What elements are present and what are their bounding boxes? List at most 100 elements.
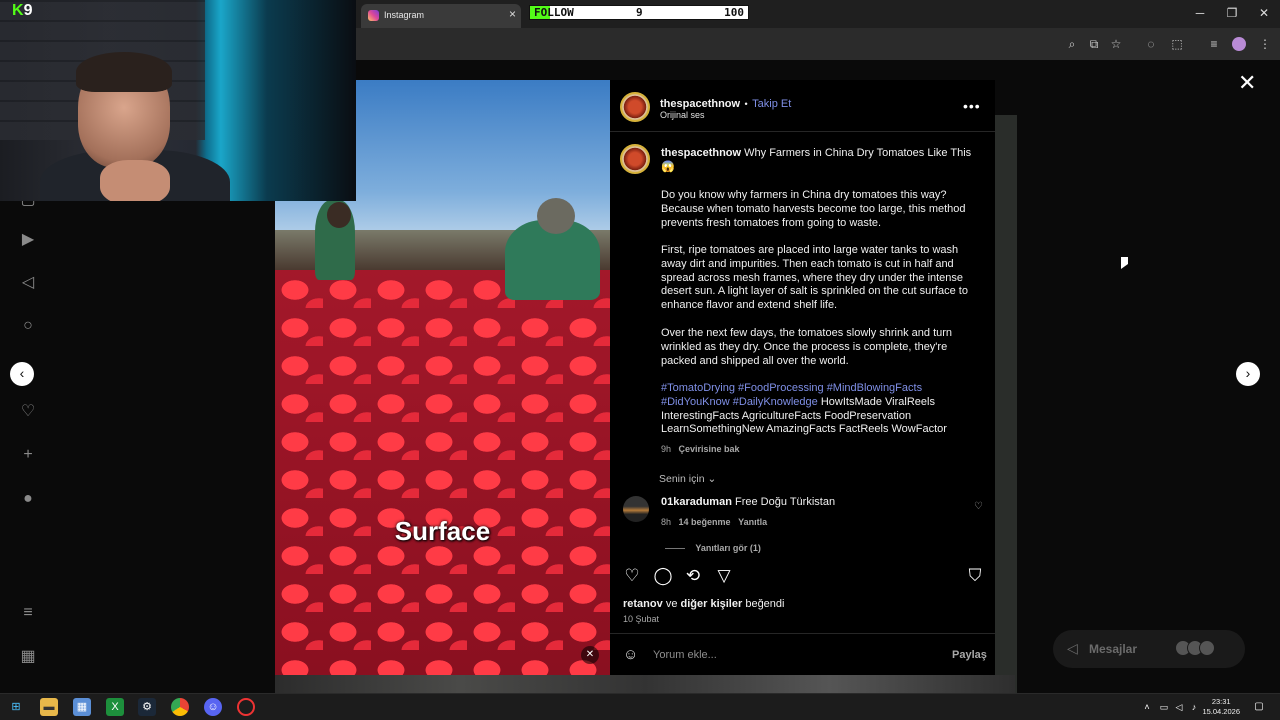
- hashtags-line-1[interactable]: #TomatoDrying #FoodProcessing #MindBlowi…: [661, 382, 981, 396]
- zoom-icon[interactable]: ⌕: [1065, 37, 1079, 51]
- minimize-icon[interactable]: ─: [1192, 6, 1208, 20]
- webcam-person-hand: [100, 160, 170, 201]
- file-explorer-icon[interactable]: ▬: [40, 698, 58, 716]
- close-modal-icon[interactable]: ✕: [1238, 70, 1256, 96]
- caption-time: 9h: [661, 444, 672, 454]
- for-you-dropdown[interactable]: Senin için ⌄: [659, 473, 716, 485]
- caption-avatar[interactable]: [620, 144, 650, 174]
- create-icon[interactable]: +: [18, 445, 38, 465]
- search-icon[interactable]: ○: [18, 316, 38, 336]
- comment-icon[interactable]: ◯: [653, 566, 673, 586]
- kick-logo: K9: [12, 2, 32, 20]
- messages-label: Mesajlar: [1089, 642, 1138, 656]
- clock-date: 15.04.2026: [1202, 707, 1240, 716]
- more-options-icon[interactable]: •••: [963, 98, 981, 114]
- next-post-button[interactable]: ›: [1236, 362, 1260, 386]
- media-control-icon[interactable]: ≡: [1207, 37, 1221, 51]
- likes-end: beğendi: [745, 598, 785, 610]
- follow-goal-bar: FOLLOW 9 100: [529, 5, 749, 20]
- commenter-avatar[interactable]: [623, 496, 649, 522]
- browser-tab[interactable]: Instagram ×: [361, 4, 521, 28]
- video-person-head: [327, 202, 351, 228]
- comment-likes[interactable]: 14 beğenme: [679, 517, 731, 527]
- window-close-icon[interactable]: ✕: [1256, 6, 1272, 20]
- video-person-head: [537, 198, 575, 234]
- comment-text: Free Doğu Türkistan: [735, 496, 836, 508]
- heart-icon[interactable]: ♡: [18, 402, 38, 422]
- likes-others: diğer kişiler: [680, 598, 743, 610]
- discord-icon[interactable]: ☺: [204, 698, 222, 716]
- likes-and: ve: [665, 598, 678, 610]
- menu-icon[interactable]: ≡: [18, 603, 38, 623]
- repost-icon[interactable]: ⟲: [683, 566, 703, 586]
- post-panel: thespacethnow • Takip Et Orijinal ses ••…: [610, 80, 995, 675]
- caption-username[interactable]: thespacethnow: [661, 147, 741, 159]
- reels-icon[interactable]: ▶: [18, 230, 38, 250]
- background-post-strip: [275, 675, 1015, 693]
- extension-icon[interactable]: ◌: [1144, 37, 1158, 51]
- like-icon[interactable]: ♡: [622, 566, 642, 586]
- excel-icon[interactable]: X: [106, 698, 124, 716]
- reply-link[interactable]: Yanıtla: [738, 517, 767, 527]
- maximize-icon[interactable]: ❐: [1224, 6, 1240, 20]
- direct-icon: ◁: [1067, 640, 1078, 656]
- microphone-icon[interactable]: ♪: [1185, 698, 1203, 716]
- comment-input[interactable]: Yorum ekle...: [653, 649, 717, 661]
- profile-avatar-icon[interactable]: [1232, 37, 1246, 51]
- caption-title: thespacethnow Why Farmers in China Dry T…: [661, 147, 981, 175]
- tab-close-icon[interactable]: ×: [509, 7, 516, 21]
- browser-toolbar: [356, 28, 1280, 60]
- audio-label[interactable]: Orijinal ses: [660, 110, 705, 120]
- emoji-icon[interactable]: ☺: [623, 646, 638, 663]
- mute-icon[interactable]: ✕: [581, 646, 599, 664]
- profile-icon[interactable]: ●: [18, 489, 38, 509]
- instagram-favicon-icon: [368, 10, 379, 21]
- steam-icon[interactable]: ⚙: [138, 698, 156, 716]
- video-caption: Surface: [394, 516, 491, 546]
- follow-button[interactable]: Takip Et: [752, 98, 791, 110]
- comment-time: 8h: [661, 517, 672, 527]
- messages-button[interactable]: ◁ Mesajlar: [1053, 630, 1245, 668]
- previous-post-button[interactable]: ‹: [10, 362, 34, 386]
- chrome-icon[interactable]: [171, 698, 189, 716]
- header-divider: [610, 131, 995, 132]
- follow-goal-label: FOLLOW: [534, 6, 574, 19]
- start-icon[interactable]: ⊞: [7, 698, 25, 716]
- comment-like-icon[interactable]: ♡: [974, 501, 983, 512]
- comment-body: 01karaduman Free Doğu Türkistan: [661, 496, 835, 510]
- separator-dot: •: [744, 99, 748, 109]
- taskbar-clock[interactable]: 23:31 15.04.2026: [1202, 697, 1240, 717]
- tray-chevron-icon[interactable]: ˄: [1138, 698, 1156, 716]
- author-avatar[interactable]: [620, 92, 650, 122]
- message-avatars: [1175, 640, 1229, 658]
- clock-time: 23:31: [1211, 697, 1231, 706]
- hashtags-line-2-plain: HowItsMade ViralReels: [820, 395, 935, 408]
- bookmark-icon[interactable]: ⛉: [965, 566, 985, 586]
- webcam-person-hair: [76, 52, 172, 92]
- author-username[interactable]: thespacethnow: [660, 98, 740, 110]
- notification-icon[interactable]: ▢: [1250, 698, 1268, 716]
- webcam-overlay: K9: [0, 0, 356, 201]
- actions-divider: [610, 633, 995, 634]
- caption-paragraph-2: First, ripe tomatoes are placed into lar…: [661, 244, 968, 312]
- share-icon[interactable]: ▽: [714, 566, 734, 586]
- likes-user: retanov: [623, 598, 663, 610]
- likes-summary[interactable]: retanov ve diğer kişiler beğendi: [623, 598, 784, 610]
- view-replies-link[interactable]: Yanıtları gör (1): [665, 543, 761, 553]
- more-icon[interactable]: ▦: [18, 647, 38, 667]
- obs-icon[interactable]: [237, 698, 255, 716]
- calculator-icon[interactable]: ▦: [73, 698, 91, 716]
- caption-hashtags: #TomatoDrying #FoodProcessing #MindBlowi…: [661, 382, 981, 437]
- extensions-puzzle-icon[interactable]: ⬚: [1170, 37, 1184, 51]
- translate-link[interactable]: Çevirisine bak: [679, 444, 740, 454]
- hashtags-line-2-tags[interactable]: #DidYouKnow #DailyKnowledge: [661, 396, 818, 408]
- caption-paragraph-3: Over the next few days, the tomatoes slo…: [661, 327, 953, 367]
- mouse-cursor: [1121, 257, 1129, 269]
- share-button[interactable]: Paylaş: [952, 649, 987, 661]
- bookmark-star-icon[interactable]: ☆: [1109, 37, 1123, 51]
- browser-menu-icon[interactable]: ⋮: [1258, 37, 1272, 51]
- commenter-username[interactable]: 01karaduman: [661, 496, 732, 508]
- install-app-icon[interactable]: ⧉: [1087, 37, 1101, 51]
- windows-taskbar: ⊞ ▬ ▦ X ⚙ ☺ ˄ ▭ ◁ ♪ 23:31 15.04.2026 ▢: [0, 693, 1280, 720]
- direct-icon[interactable]: ◁: [18, 273, 38, 293]
